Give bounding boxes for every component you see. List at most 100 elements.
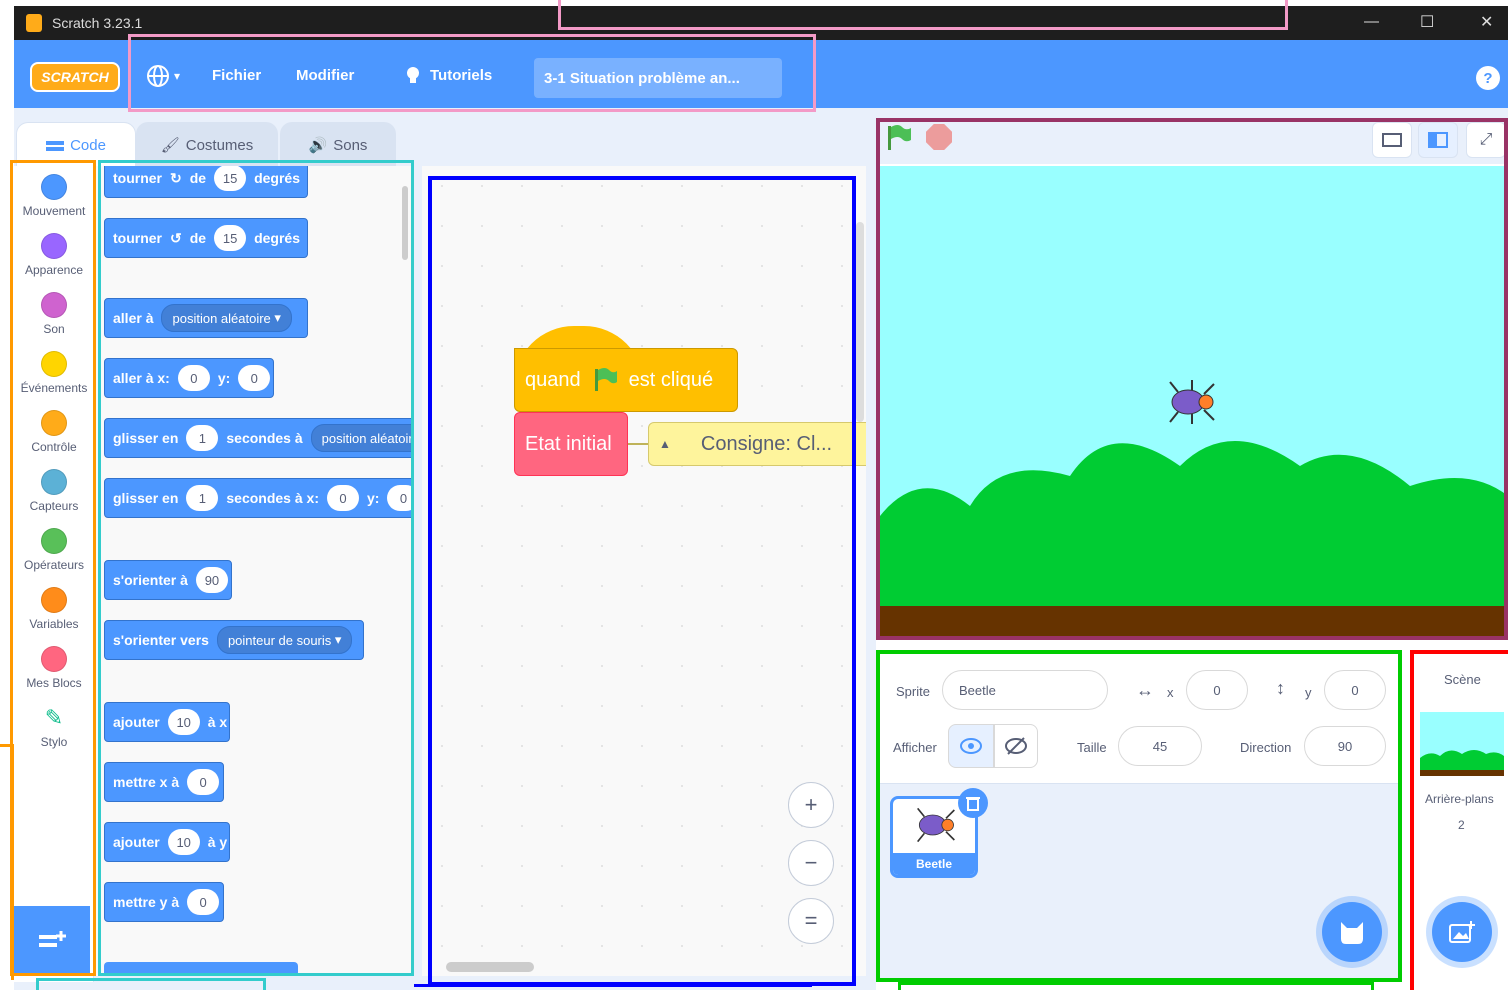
scratch-logo[interactable]: SCRATCH bbox=[30, 62, 120, 92]
sprite-tile-label: Beetle bbox=[893, 853, 975, 875]
block-dropdown[interactable]: position aléatoire bbox=[310, 424, 414, 452]
zoom-reset-button[interactable]: = bbox=[788, 898, 834, 944]
tab-costumes[interactable]: 🖌 Costumes bbox=[136, 122, 278, 168]
block-input[interactable]: 0 bbox=[187, 769, 220, 795]
block-text: glisser en bbox=[113, 490, 179, 506]
block-input[interactable]: 0 bbox=[177, 365, 210, 391]
zoom-out-button[interactable]: − bbox=[788, 840, 834, 886]
backdrop-thumbnail[interactable] bbox=[1420, 712, 1504, 776]
help-button[interactable]: ? bbox=[1476, 66, 1500, 90]
block-input[interactable]: 0 bbox=[187, 889, 220, 915]
palette-scrollbar[interactable] bbox=[402, 186, 408, 260]
extensions-button[interactable] bbox=[14, 906, 90, 976]
block-turn-left[interactable]: tourner ↺ de 15 degrés bbox=[104, 218, 308, 258]
maximize-button[interactable]: ☐ bbox=[1420, 12, 1434, 32]
block-glide-xy[interactable]: glisser en 1 secondes à x: 0 y: 0 bbox=[104, 478, 414, 518]
direction-input[interactable]: 90 bbox=[1304, 726, 1386, 766]
block-input[interactable]: 0 bbox=[387, 485, 414, 511]
fullscreen-button[interactable]: ⤢ bbox=[1466, 122, 1506, 158]
category--v-nements[interactable]: Événements bbox=[14, 351, 94, 395]
block-goto-xy[interactable]: aller à x: 0 y: 0 bbox=[104, 358, 274, 398]
delete-sprite-button[interactable] bbox=[958, 788, 988, 818]
category-variables[interactable]: Variables bbox=[14, 587, 94, 631]
block-goto[interactable]: aller à position aléatoire ▾ bbox=[104, 298, 308, 338]
add-backdrop-button[interactable] bbox=[1432, 902, 1492, 962]
minimize-button[interactable]: — bbox=[1364, 13, 1379, 30]
block-change-y[interactable]: ajouter 10 à y bbox=[104, 822, 230, 862]
block-set-y[interactable]: mettre y à 0 bbox=[104, 882, 224, 922]
trash-icon bbox=[966, 797, 980, 811]
tab-sounds[interactable]: 🔊 Sons bbox=[280, 122, 396, 168]
menu-tutorials[interactable]: Tutoriels bbox=[402, 64, 492, 86]
block-text: mettre y à bbox=[113, 894, 180, 910]
speaker-icon: 🔊 bbox=[308, 137, 328, 154]
custom-block-etat-initial[interactable]: Etat initial bbox=[514, 412, 628, 476]
block-turn-right[interactable]: tourner ↻ de 15 degrés bbox=[104, 166, 308, 198]
x-value: 0 bbox=[1213, 682, 1221, 698]
block-set-x[interactable]: mettre x à 0 bbox=[104, 762, 224, 802]
category-capteurs[interactable]: Capteurs bbox=[14, 469, 94, 513]
large-stage-button[interactable] bbox=[1418, 122, 1458, 158]
y-input[interactable]: 0 bbox=[1324, 670, 1386, 710]
block-partial[interactable] bbox=[104, 962, 298, 976]
block-point-direction[interactable]: s'orienter à 90 bbox=[104, 560, 232, 600]
category-apparence[interactable]: Apparence bbox=[14, 233, 94, 277]
language-menu[interactable]: ▾ bbox=[146, 64, 180, 88]
comment-note[interactable]: ▲ Consigne: Cl... bbox=[648, 422, 866, 466]
tab-costumes-label: Costumes bbox=[185, 136, 254, 154]
small-stage-button[interactable] bbox=[1372, 122, 1412, 158]
block-input[interactable]: 0 bbox=[326, 485, 359, 511]
block-input[interactable]: 90 bbox=[195, 567, 228, 593]
block-input[interactable]: 10 bbox=[167, 829, 200, 855]
window-title: Scratch 3.23.1 bbox=[52, 15, 143, 31]
brush-icon: 🖌 bbox=[160, 137, 180, 154]
workspace-v-scrollbar[interactable] bbox=[856, 222, 864, 422]
block-dropdown[interactable]: pointeur de souris ▾ bbox=[216, 626, 353, 654]
category-op-rateurs[interactable]: Opérateurs bbox=[14, 528, 94, 572]
block-text: à y bbox=[207, 834, 228, 850]
add-sprite-button[interactable] bbox=[1322, 902, 1382, 962]
menu-file[interactable]: Fichier bbox=[212, 67, 261, 84]
block-input[interactable]: 1 bbox=[186, 425, 219, 451]
show-hidden-button[interactable] bbox=[994, 724, 1038, 768]
green-flag-button[interactable] bbox=[884, 124, 914, 152]
category-mouvement[interactable]: Mouvement bbox=[14, 174, 94, 218]
close-button[interactable]: ✕ bbox=[1480, 12, 1493, 32]
block-dropdown[interactable]: position aléatoire ▾ bbox=[161, 304, 292, 332]
stop-button[interactable] bbox=[926, 124, 952, 150]
category-label: Apparence bbox=[24, 263, 84, 277]
category-contr-le[interactable]: Contrôle bbox=[14, 410, 94, 454]
category-mes-blocs[interactable]: Mes Blocs bbox=[14, 646, 94, 690]
block-input[interactable]: 1 bbox=[186, 485, 219, 511]
tab-code[interactable]: Code bbox=[16, 122, 136, 168]
backdrop-thumbnail-image bbox=[1420, 750, 1504, 776]
block-glide-to[interactable]: glisser en 1 secondes à position aléatoire bbox=[104, 418, 414, 458]
size-input[interactable]: 45 bbox=[1118, 726, 1202, 766]
block-input[interactable]: 15 bbox=[214, 166, 247, 191]
fullscreen-icon: ⤢ bbox=[1479, 131, 1493, 148]
x-input[interactable]: 0 bbox=[1186, 670, 1248, 710]
block-input[interactable]: 15 bbox=[214, 225, 247, 251]
y-arrow-icon: ↕ bbox=[1276, 678, 1285, 698]
project-title-input[interactable]: 3-1 Situation problème an... bbox=[534, 58, 782, 98]
zoom-in-button[interactable]: + bbox=[788, 782, 834, 828]
show-visible-button[interactable] bbox=[948, 724, 994, 768]
workspace-h-scrollbar[interactable] bbox=[446, 962, 534, 972]
menu-edit[interactable]: Modifier bbox=[296, 67, 354, 84]
block-point-towards[interactable]: s'orienter vers pointeur de souris ▾ bbox=[104, 620, 364, 660]
category-label: Capteurs bbox=[29, 499, 79, 513]
block-palette: tourner ↻ de 15 degrés tourner ↺ de 15 degrés al… bbox=[96, 166, 414, 976]
stage[interactable] bbox=[880, 166, 1508, 636]
show-label: Afficher bbox=[893, 740, 937, 755]
category-stylo[interactable]: ✎ Stylo bbox=[14, 705, 94, 749]
block-input[interactable]: 10 bbox=[167, 709, 200, 735]
x-label: x bbox=[1167, 685, 1174, 700]
beetle-sprite[interactable] bbox=[1164, 378, 1220, 426]
block-text: s'orienter à bbox=[113, 572, 188, 588]
collapse-triangle-icon[interactable]: ▲ bbox=[659, 437, 671, 451]
block-change-x[interactable]: ajouter 10 à x bbox=[104, 702, 230, 742]
block-input[interactable]: 0 bbox=[238, 365, 271, 391]
hat-block-when-flag-clicked[interactable]: quand est cliqué bbox=[514, 326, 738, 412]
category-son[interactable]: Son bbox=[14, 292, 94, 336]
sprite-name-input[interactable]: Beetle bbox=[942, 670, 1108, 710]
